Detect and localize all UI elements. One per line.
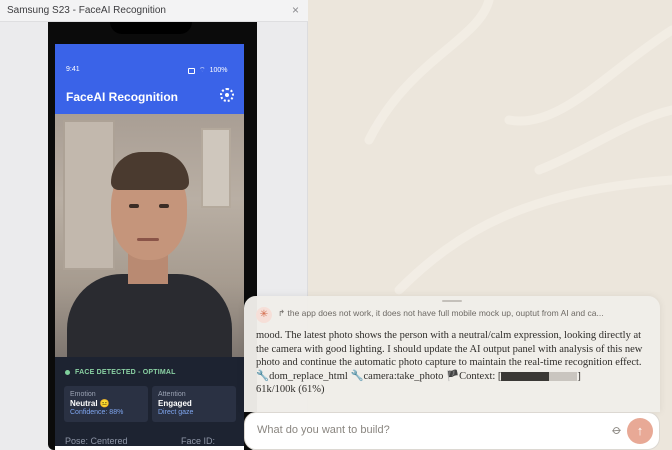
wifi-icon: ⌔: [199, 67, 206, 74]
attention-label: Attention: [158, 391, 186, 398]
camera-notch: [110, 22, 192, 34]
wave-line: [504, 25, 672, 126]
message-text: mood. The latest photo shows the person …: [256, 330, 643, 368]
sim-icon: [188, 67, 195, 74]
assistant-avatar-icon: ✳: [256, 307, 272, 323]
phone-mockup: 9:41 ⌔ 100% FaceAI Recognition FACE DETE…: [48, 22, 257, 450]
analysis-panel: FACE DETECTED - OPTIMAL Emotion Neutral …: [55, 357, 244, 450]
person-mouth: [137, 238, 159, 241]
status-icons: ⌔ 100%: [188, 66, 228, 75]
app-title: FaceAI Recognition: [66, 90, 179, 104]
nav-bar: [55, 446, 244, 450]
background-pattern: [364, 0, 672, 295]
tool-call-camera: camera:take_photo: [363, 370, 444, 382]
gear-icon[interactable]: [220, 88, 234, 102]
chat-panel: ✳ ↱ the app does not work, it does not h…: [244, 296, 660, 412]
close-icon[interactable]: ×: [292, 3, 299, 17]
face-id-text: Face ID:: [181, 436, 216, 446]
wave-line: [394, 175, 672, 295]
preview-titlebar: Samsung S23 - FaceAI Recognition ×: [0, 0, 308, 22]
context-bar-filled: [501, 371, 550, 381]
person-eye-right: [159, 204, 169, 208]
wave-line: [364, 0, 494, 145]
wave-line: [534, 105, 672, 175]
paperclip-icon[interactable]: ⌀: [609, 421, 626, 438]
background-frame: [201, 128, 231, 208]
tool-call-dom-replace: dom_replace_html: [269, 370, 348, 382]
person-eye-left: [129, 204, 139, 208]
background-door: [63, 120, 115, 270]
status-dot-icon: [65, 370, 70, 375]
prompt-placeholder[interactable]: What do you want to build?: [257, 424, 390, 436]
preview-title: Samsung S23 - FaceAI Recognition: [7, 5, 166, 16]
person-shirt: [67, 274, 232, 357]
emotion-value: Neutral 😐: [70, 399, 110, 408]
context-bar-empty: [549, 371, 578, 381]
attention-card: Attention Engaged Direct gaze: [152, 386, 236, 422]
app-bar: FaceAI Recognition: [55, 80, 244, 114]
camera-feed: [55, 114, 244, 357]
context-usage: 61k/100k (61%): [256, 384, 325, 395]
emotion-card: Emotion Neutral 😐 Confidence: 88%: [64, 386, 148, 422]
person-hair: [111, 152, 189, 190]
status-time: 9:41: [66, 66, 80, 73]
prompt-input[interactable]: What do you want to build? ⌀ ↑: [244, 412, 660, 450]
context-bracket: ]: [577, 370, 581, 382]
flag-icon: 🏴: [446, 370, 460, 382]
detection-status: FACE DETECTED - OPTIMAL: [65, 369, 176, 376]
attention-sub: Direct gaze: [158, 409, 194, 416]
arrow-up-icon: ↑: [636, 423, 644, 438]
detection-status-text: FACE DETECTED - OPTIMAL: [75, 369, 176, 376]
context-label: Context: [: [459, 370, 502, 382]
assistant-message: mood. The latest photo shows the person …: [256, 329, 652, 397]
wrench-icon: 🔧: [256, 370, 270, 382]
emotion-label: Emotion: [70, 391, 96, 398]
emotion-confidence: Confidence: 88%: [70, 409, 124, 416]
wrench-icon: 🔧: [350, 370, 364, 382]
attention-value: Engaged: [158, 399, 192, 408]
drag-handle[interactable]: [442, 300, 462, 302]
prompt-summary[interactable]: ↱ the app does not work, it does not hav…: [278, 308, 648, 319]
pose-text: Pose: Centered: [65, 436, 128, 446]
send-button[interactable]: ↑: [627, 418, 653, 444]
battery-label: 100%: [209, 67, 228, 74]
